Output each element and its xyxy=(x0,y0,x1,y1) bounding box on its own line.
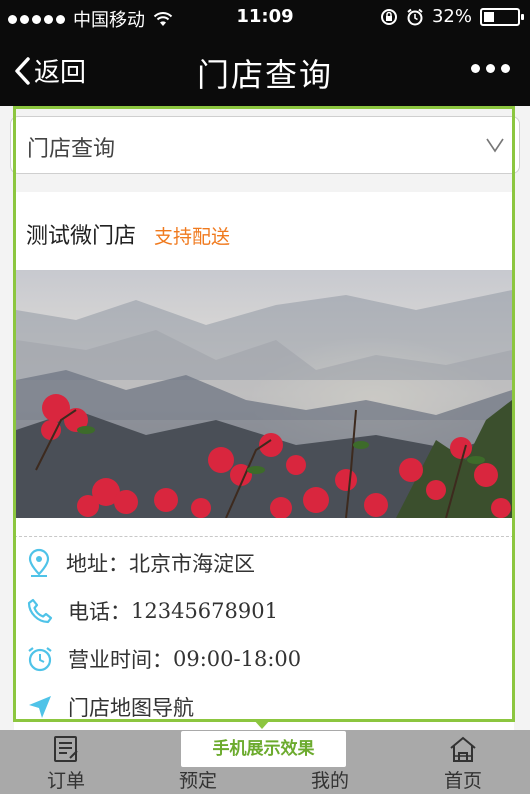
phone-label: 电话： xyxy=(68,600,131,624)
more-button[interactable] xyxy=(471,64,510,73)
navigate-arrow-icon xyxy=(29,696,51,718)
status-right: 32% xyxy=(380,6,524,27)
more-icon xyxy=(471,64,480,73)
home-icon xyxy=(450,736,476,762)
tab-orders[interactable]: 订单 xyxy=(26,734,106,793)
hours-row: 营业时间： 09:00-18:00 xyxy=(26,644,301,674)
map-navigation-row[interactable]: 门店地图导航 xyxy=(26,692,194,722)
address-label: 地址： xyxy=(66,552,129,576)
battery-icon xyxy=(480,7,524,26)
tab-orders-label: 订单 xyxy=(46,770,85,792)
alarm-icon xyxy=(407,8,423,25)
address-row: 地址： 北京市海淀区 xyxy=(26,548,255,578)
store-header: 测试微门店 支持配送 xyxy=(26,218,230,250)
battery-level xyxy=(484,11,494,22)
battery-percent: 32% xyxy=(431,6,472,27)
delivery-badge: 支持配送 xyxy=(154,226,231,248)
nav-bar: 返回 门店查询 xyxy=(0,34,530,106)
order-list-icon xyxy=(54,736,78,762)
store-name: 测试微门店 xyxy=(26,224,137,249)
phone-icon xyxy=(27,598,53,624)
status-bar: 中国移动 11:09 32% xyxy=(0,0,530,34)
location-pin-icon xyxy=(28,548,50,577)
clock-icon xyxy=(28,647,52,672)
map-navigation-label[interactable]: 门店地图导航 xyxy=(68,692,194,722)
dropdown-selected-label: 门店查询 xyxy=(27,137,116,162)
phone-row[interactable]: 电话： 12345678901 xyxy=(26,596,278,626)
store-photo xyxy=(16,270,512,518)
tab-bar: 订单 预定 我的 首页 手机展示效果 xyxy=(0,730,530,794)
rotation-lock-icon xyxy=(380,8,397,25)
page-title: 门店查询 xyxy=(196,56,333,94)
phone-value[interactable]: 12345678901 xyxy=(131,599,278,623)
address-value: 北京市海淀区 xyxy=(129,552,255,576)
chevron-down-icon xyxy=(486,138,504,153)
preview-frame-pointer xyxy=(253,719,271,729)
store-query-dropdown[interactable]: 门店查询 xyxy=(10,116,520,174)
store-card[interactable]: 测试微门店 支持配送 地址： 北京市海淀区 电话： 12345678901 营业… xyxy=(14,192,514,730)
tab-home[interactable]: 首页 xyxy=(423,734,503,793)
hours-value: 09:00-18:00 xyxy=(173,647,302,671)
tab-home-label: 首页 xyxy=(443,770,482,792)
tab-reserve-label: 预定 xyxy=(178,770,217,792)
mobile-preview-button[interactable]: 手机展示效果 xyxy=(181,731,346,767)
content-area: 门店查询 测试微门店 支持配送 地址： 北京市海淀区 电话： 123456789… xyxy=(0,106,530,730)
divider xyxy=(14,536,514,537)
tab-mine-label: 我的 xyxy=(310,770,349,792)
hours-label: 营业时间： xyxy=(68,648,173,672)
